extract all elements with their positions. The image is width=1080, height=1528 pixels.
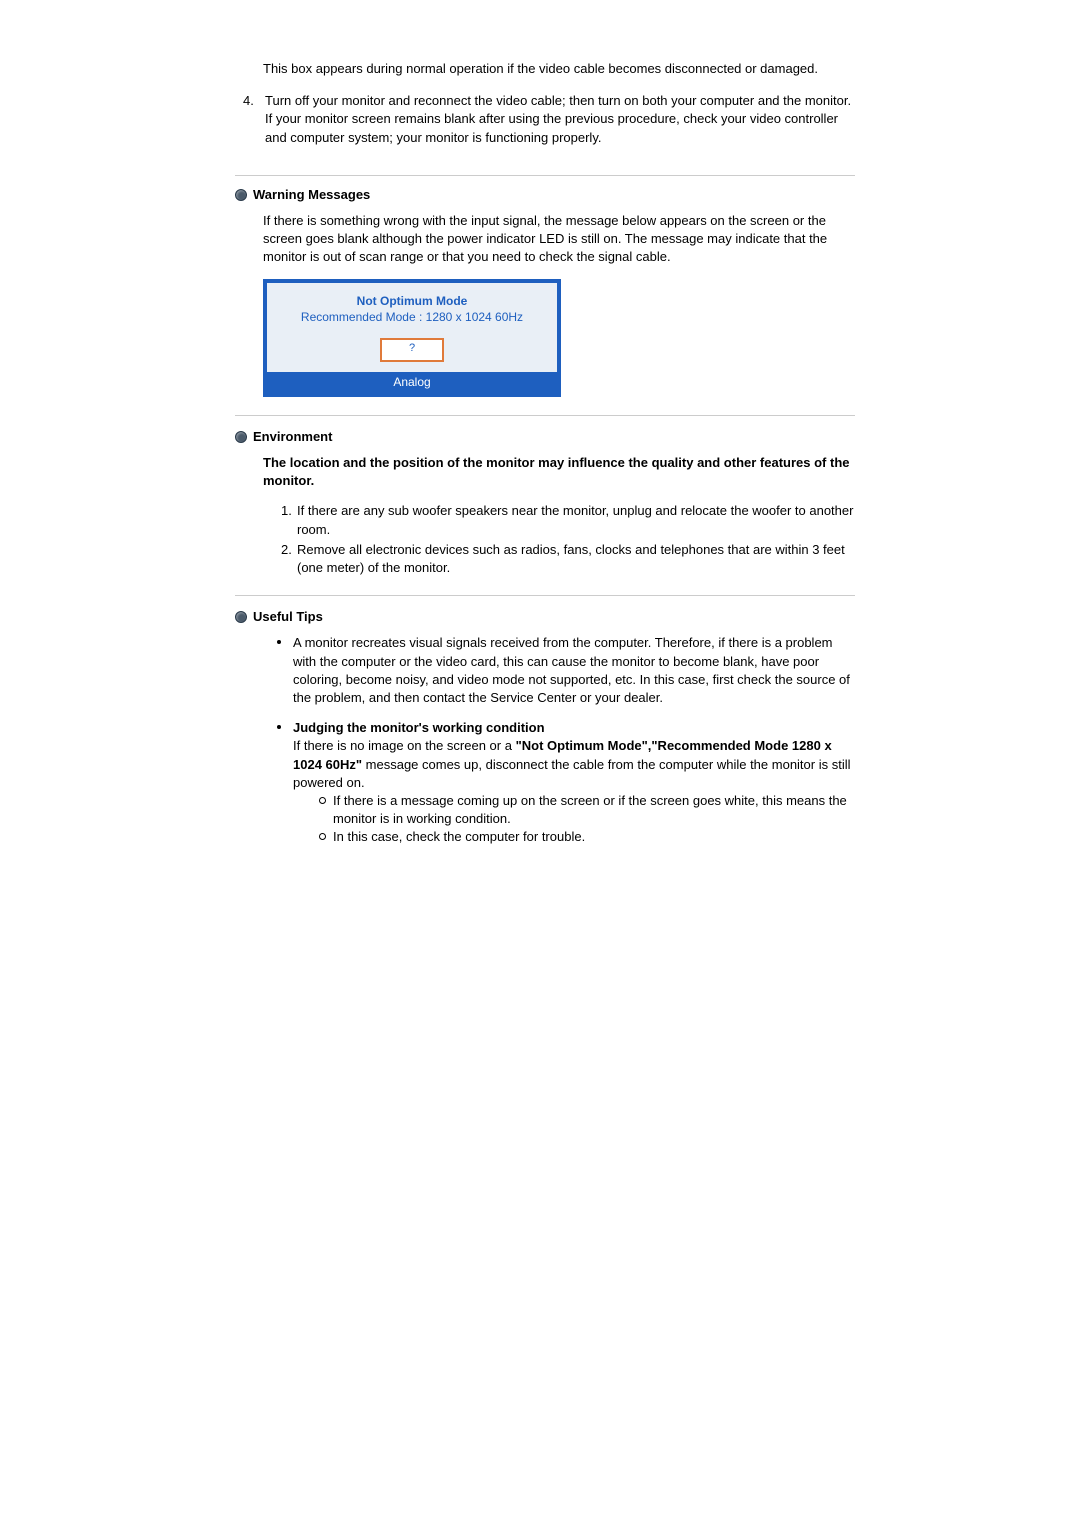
document-page: This box appears during normal operation…: [135, 0, 945, 914]
tips-bullet-1-text: A monitor recreates visual signals recei…: [293, 635, 850, 705]
environment-lead: The location and the position of the mon…: [263, 454, 855, 490]
tips-title: Useful Tips: [253, 608, 323, 626]
bullet-icon: [235, 611, 247, 623]
osd-button-row: ?: [267, 332, 557, 372]
tips-bullet-1: A monitor recreates visual signals recei…: [273, 634, 855, 707]
warning-title: Warning Messages: [253, 186, 370, 204]
env-item-2-num: 2.: [281, 541, 292, 559]
step-4-number: 4.: [243, 92, 254, 110]
environment-item-1: 1. If there are any sub woofer speakers …: [263, 502, 855, 538]
osd-line2: Recommended Mode : 1280 x 1024 60Hz: [267, 309, 557, 332]
divider: [235, 595, 855, 596]
tips-body: A monitor recreates visual signals recei…: [263, 634, 855, 846]
step-4-line-b: If your monitor screen remains blank aft…: [265, 110, 855, 146]
section-environment-header: Environment: [235, 428, 855, 446]
environment-item-2: 2. Remove all electronic devices such as…: [263, 541, 855, 577]
tips-bullet-2-title: Judging the monitor's working condition: [293, 720, 545, 735]
bullet-icon: [235, 431, 247, 443]
tips-sub-1: If there is a message coming up on the s…: [315, 792, 855, 828]
environment-body: The location and the position of the mon…: [263, 454, 855, 577]
warning-text: If there is something wrong with the inp…: [263, 212, 855, 267]
section-warning-header: Warning Messages: [235, 175, 855, 204]
tips-sub-2-text: In this case, check the computer for tro…: [333, 829, 585, 844]
osd-message-box: Not Optimum Mode Recommended Mode : 1280…: [263, 279, 561, 397]
intro-pre-text: This box appears during normal operation…: [263, 60, 855, 78]
env-item-1-text: If there are any sub woofer speakers nea…: [297, 503, 853, 536]
osd-line1: Not Optimum Mode: [267, 283, 557, 310]
tips-list: A monitor recreates visual signals recei…: [273, 634, 855, 846]
divider: [235, 415, 855, 416]
step-4-line-a: Turn off your monitor and reconnect the …: [265, 92, 855, 110]
section-tips-header: Useful Tips: [235, 608, 855, 626]
tips-bullet-2-post: message comes up, disconnect the cable f…: [293, 757, 851, 790]
tips-bullet-2: Judging the monitor's working condition …: [273, 719, 855, 846]
warning-body: If there is something wrong with the inp…: [263, 212, 855, 397]
env-item-1-num: 1.: [281, 502, 292, 520]
bullet-icon: [235, 189, 247, 201]
tips-bullet-2-pre: If there is no image on the screen or a: [293, 738, 516, 753]
osd-footer: Analog: [267, 372, 557, 393]
intro-paragraph: This box appears during normal operation…: [263, 60, 855, 78]
step-4: 4. Turn off your monitor and reconnect t…: [235, 92, 855, 147]
environment-list: 1. If there are any sub woofer speakers …: [263, 502, 855, 577]
tips-sublist: If there is a message coming up on the s…: [315, 792, 855, 847]
osd-help-button: ?: [380, 338, 444, 362]
tips-sub-2: In this case, check the computer for tro…: [315, 828, 855, 846]
tips-sub-1-text: If there is a message coming up on the s…: [333, 793, 847, 826]
env-item-2-text: Remove all electronic devices such as ra…: [297, 542, 845, 575]
environment-title: Environment: [253, 428, 332, 446]
